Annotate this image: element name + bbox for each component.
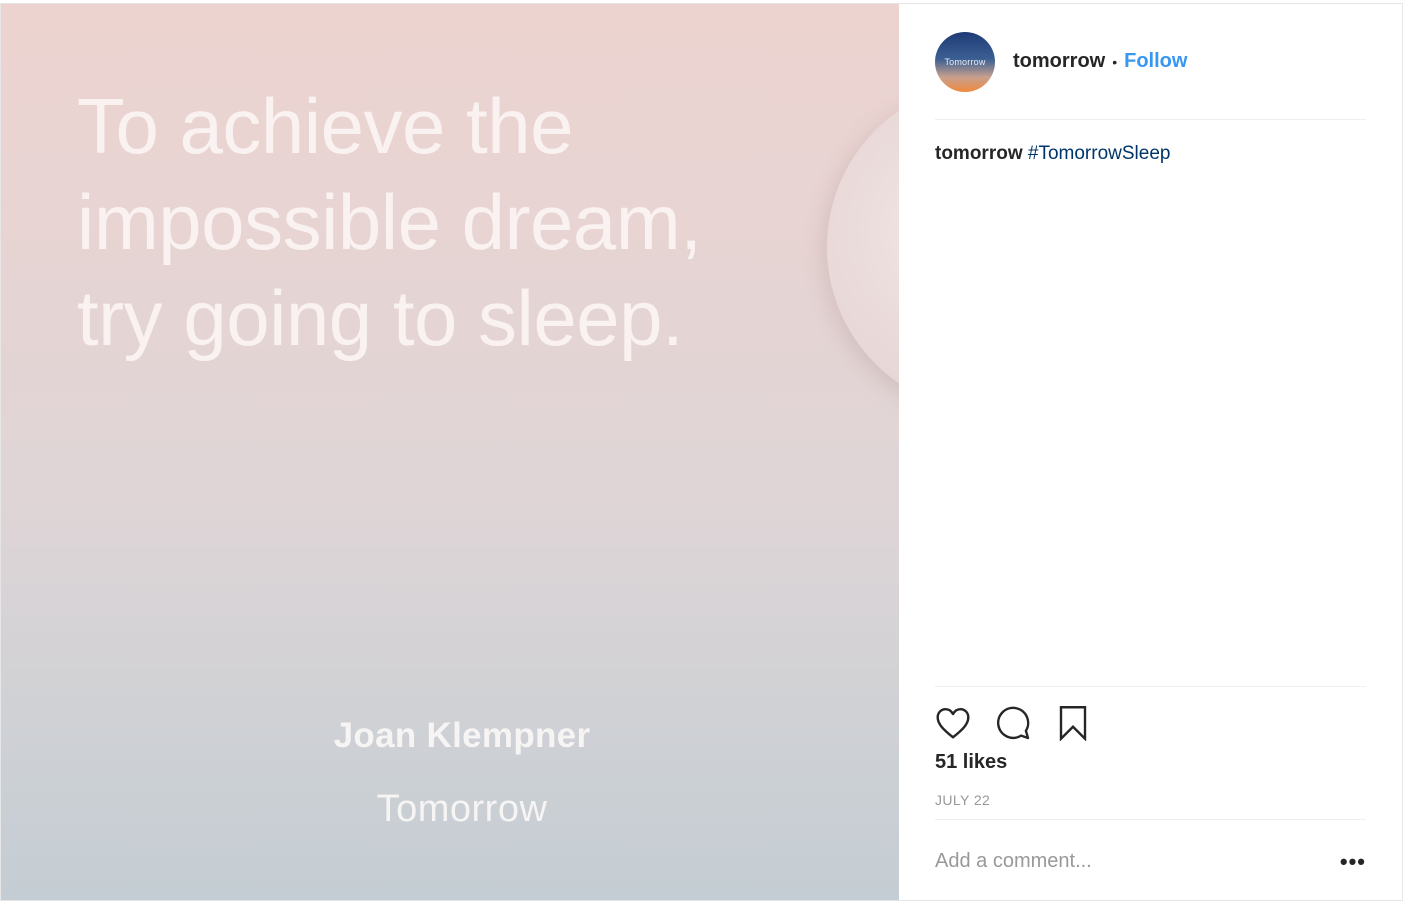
brand-wordmark: Tomorrow <box>376 788 548 830</box>
likes-count[interactable]: 51 likes <box>935 751 1366 774</box>
caption-username[interactable]: tomorrow <box>935 143 1023 164</box>
quote-author: Joan Klempner <box>333 716 591 755</box>
comment-icon[interactable] <box>995 705 1031 741</box>
hashtag-link[interactable]: #TomorrowSleep <box>1028 143 1171 164</box>
post-dialog: To achieve the impossible dream, try goi… <box>0 3 1403 901</box>
post-date[interactable]: JULY 22 <box>935 792 1366 808</box>
avatar[interactable]: Tomorrow <box>935 31 995 92</box>
comment-bar: ••• <box>935 819 1366 903</box>
username-link[interactable]: tomorrow <box>1013 50 1105 73</box>
quote-text: To achieve the impossible dream, try goi… <box>77 78 837 366</box>
comment-input[interactable] <box>935 850 1340 873</box>
bookmark-icon[interactable] <box>1055 705 1091 741</box>
quote-line: try going to sleep. <box>77 274 684 362</box>
quote-line: impossible dream, <box>77 178 702 266</box>
separator-dot: • <box>1112 53 1118 70</box>
heart-icon[interactable] <box>935 705 971 741</box>
action-bar <box>935 687 1366 749</box>
more-options-icon[interactable]: ••• <box>1340 849 1366 875</box>
post-caption: tomorrow #TomorrowSleep <box>935 142 1366 166</box>
quote-line: To achieve the <box>77 82 574 170</box>
product-orb <box>827 82 899 412</box>
post-header: Tomorrow tomorrow • Follow <box>935 4 1366 120</box>
post-side-panel: Tomorrow tomorrow • Follow tomorrow #Tom… <box>899 4 1402 900</box>
post-footer: 51 likes JULY 22 ••• <box>935 686 1366 903</box>
post-image[interactable]: To achieve the impossible dream, try goi… <box>1 4 899 900</box>
avatar-text: Tomorrow <box>944 56 986 67</box>
header-user: tomorrow • Follow <box>1013 50 1187 73</box>
follow-button[interactable]: Follow <box>1124 50 1187 73</box>
